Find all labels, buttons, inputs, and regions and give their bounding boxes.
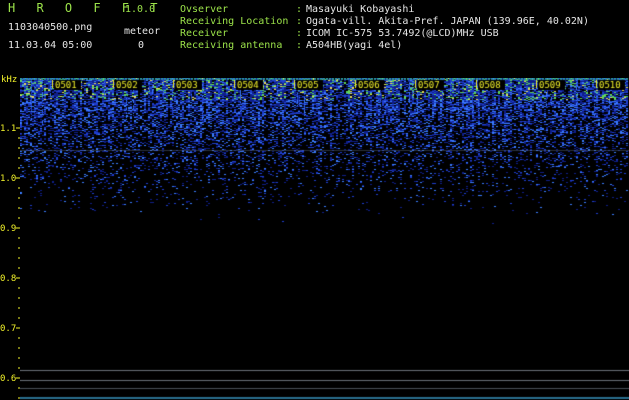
- antenna-separator: :: [296, 40, 303, 51]
- receiver-label: Receiver: [180, 28, 229, 39]
- spectrogram-plot[interactable]: [20, 78, 629, 400]
- observer-separator: :: [296, 4, 303, 15]
- axis-tick-label: 0.6: [0, 374, 16, 384]
- axis-tick-label: 1.0: [0, 174, 16, 184]
- axis-unit-label: kHz: [1, 75, 17, 85]
- axis-tick-label: 1.1: [0, 124, 16, 134]
- file-name: 1103040500.png: [8, 22, 93, 33]
- meteor-count-label: meteor: [124, 26, 161, 37]
- recording-datetime: 11.03.04 05:00: [8, 40, 93, 51]
- location-label: Receiving Location: [180, 16, 289, 27]
- antenna-value: A504HB(yagi 4el): [306, 40, 403, 51]
- axis-tick-label: 0.9: [0, 224, 16, 234]
- frequency-axis: kHz 1.1 1.0 0.9 0.8 0.7 0.6: [0, 75, 21, 399]
- antenna-label: Receiving antenna: [180, 40, 283, 51]
- receiver-value: ICOM IC-575 53.7492(@LCD)MHz USB: [306, 28, 499, 39]
- axis-ticks: 1.1 1.0 0.9 0.8 0.7 0.6: [0, 124, 21, 399]
- axis-tick-label: 0.8: [0, 274, 16, 284]
- app-version: 1.0.0: [125, 4, 156, 15]
- location-value: Ogata-vill. Akita-Pref. JAPAN (139.96E, …: [306, 16, 589, 27]
- meteor-count-value: 0: [138, 40, 145, 51]
- receiver-separator: :: [296, 28, 303, 39]
- location-separator: :: [296, 16, 303, 27]
- observer-label: Ovserver: [180, 4, 229, 15]
- axis-tick-label: 0.7: [0, 324, 16, 334]
- observer-value: Masayuki Kobayashi: [306, 4, 415, 15]
